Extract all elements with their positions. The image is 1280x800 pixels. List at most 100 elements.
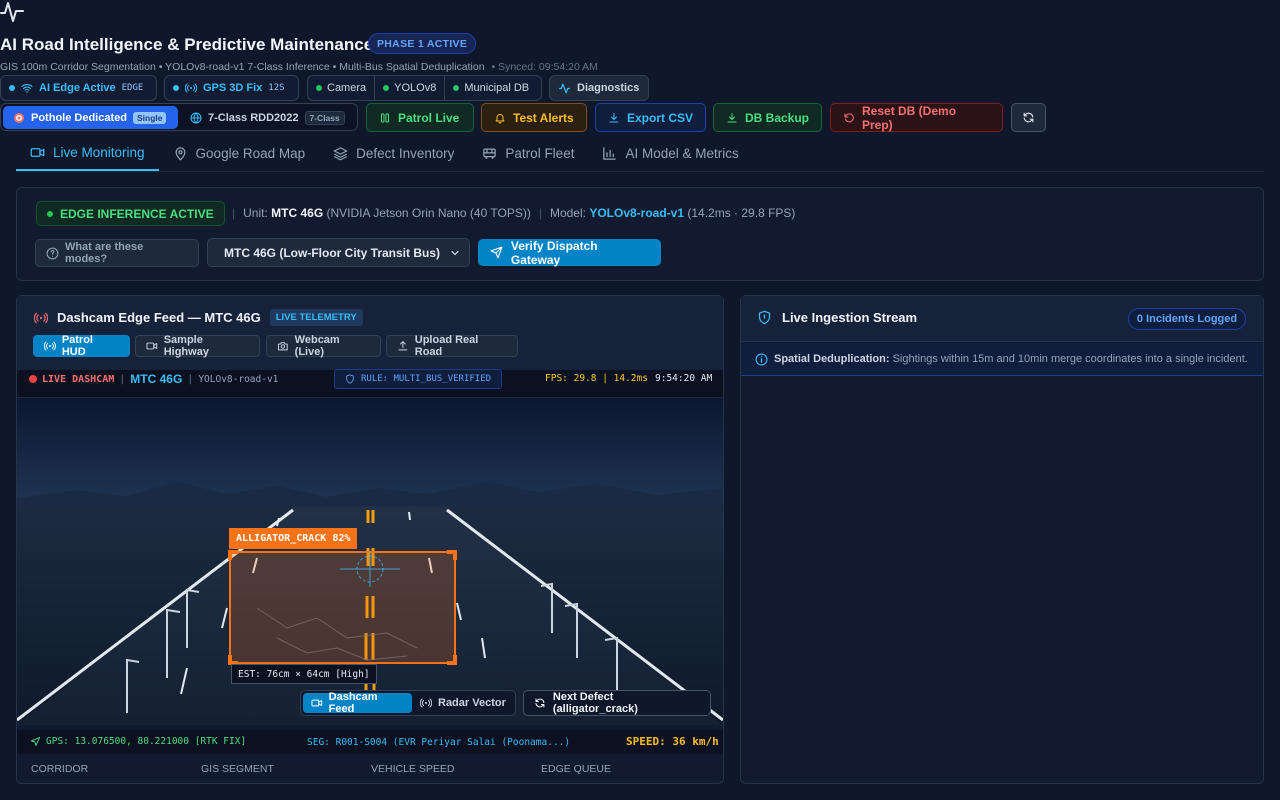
- source-upload-real-road[interactable]: Upload Real Road: [386, 334, 518, 358]
- bus-icon: [483, 148, 497, 159]
- gps-label: GPS 3D Fix: [203, 82, 263, 94]
- db-backup-button[interactable]: DB Backup: [713, 103, 822, 132]
- view-radar-vector[interactable]: Radar Vector: [420, 693, 506, 713]
- unit-hardware: (NVIDIA Jetson Orin Nano (40 TOPS)): [326, 206, 531, 220]
- refresh-button[interactable]: [1011, 103, 1046, 132]
- reset-db-button[interactable]: Reset DB (Demo Prep): [830, 103, 1003, 132]
- vehicle-select[interactable]: MTC 46G (Low-Floor City Transit Bus): [207, 238, 470, 267]
- unit-value: MTC 46G: [271, 206, 324, 220]
- verify-dispatch-button[interactable]: Verify Dispatch Gateway: [478, 238, 661, 267]
- box-corner: [228, 550, 238, 560]
- recording-dot: [29, 375, 37, 383]
- mode-badge: Single: [132, 111, 167, 124]
- source-label: Sample Highway: [163, 334, 209, 358]
- source-webcam-live[interactable]: Webcam (Live): [266, 334, 381, 358]
- bell-icon: [495, 113, 505, 123]
- upload-icon: [398, 341, 408, 351]
- next-defect-label: Next Defect (alligator_crack): [552, 691, 638, 715]
- incident-count-badge: 0 Incidents Logged: [1128, 308, 1246, 330]
- hud-gps: GPS: 13.076500, 80.221000 [RTK FIX]: [30, 736, 246, 747]
- detection-label: ALLIGATOR_CRACK 82%: [229, 528, 358, 549]
- dashcam-title-row: Dashcam Edge Feed — MTC 46G LIVE TELEMET…: [34, 309, 363, 326]
- send-icon: [490, 246, 503, 259]
- ai-edge-tag: EDGE: [121, 83, 144, 93]
- status-dot: [316, 85, 322, 91]
- ingestion-title-row: Live Ingestion Stream: [757, 310, 917, 325]
- bar-chart-icon: [603, 146, 617, 160]
- source-label: Upload Real Road: [414, 334, 479, 358]
- status-dot: [47, 210, 53, 217]
- subtitle-text: GIS 100m Corridor Segmentation • YOLOv8-…: [0, 61, 485, 73]
- info-icon: [755, 353, 768, 365]
- ingestion-title: Live Ingestion Stream: [782, 310, 918, 325]
- separator: |: [119, 373, 126, 385]
- hud-unit: MTC 46G: [130, 372, 183, 386]
- hud-segment: SEG: R001-S004 (EVR Periyar Salai (Poona…: [307, 737, 571, 748]
- export-csv-button[interactable]: Export CSV: [595, 103, 706, 132]
- crosshair-icon: [340, 549, 400, 589]
- status-dot: [453, 85, 460, 91]
- source-patrol-hud[interactable]: Patrol HUD: [33, 334, 130, 358]
- video-icon: [311, 699, 323, 707]
- hud-live-indicator: LIVE DASHCAM | MTC 46G | YOLOv8-road-v1: [29, 372, 278, 386]
- gps-status[interactable]: GPS 3D Fix 12S: [164, 75, 299, 101]
- service-yolov8: YOLOv8: [375, 76, 446, 100]
- mode-7-class[interactable]: 7-Class RDD2022 7-Class: [190, 108, 345, 128]
- source-sample-highway[interactable]: Sample Highway: [135, 334, 260, 358]
- view-label: Dashcam Feed: [328, 691, 378, 715]
- source-label: Webcam (Live): [294, 334, 340, 358]
- hud-live-label: LIVE DASHCAM: [42, 373, 115, 385]
- meta-label: GIS SEGMENT: [201, 763, 274, 775]
- dedup-info: Spatial Deduplication: Sightings within …: [741, 343, 1263, 376]
- view-dashcam-feed[interactable]: Dashcam Feed: [303, 691, 412, 715]
- model-label: Model:: [549, 206, 586, 220]
- chevron-down-icon: [451, 250, 459, 255]
- mode-label: Pothole Dedicated: [31, 111, 127, 124]
- dashcam-header: [17, 296, 723, 370]
- diagnostics-label: Diagnostics: [577, 82, 640, 94]
- mode-pothole-dedicated[interactable]: Pothole Dedicated Single: [3, 106, 178, 129]
- page-subtitle: GIS 100m Corridor Segmentation • YOLOv8-…: [0, 61, 598, 73]
- rotate-ccw-icon: [844, 112, 854, 122]
- tab-live-monitoring[interactable]: Live Monitoring: [16, 135, 159, 171]
- status-dot: [383, 85, 390, 91]
- ai-edge-status[interactable]: AI Edge Active EDGE: [0, 75, 157, 101]
- service-municipal-db: Municipal DB: [445, 76, 537, 100]
- activity-icon: [559, 83, 570, 93]
- vehicle-select-value: MTC 46G (Low-Floor City Transit Bus): [224, 245, 441, 260]
- dedup-description: Sightings within 15m and 10min merge coo…: [892, 353, 1248, 365]
- navigation-icon: [30, 736, 41, 747]
- telemetry-badge: LIVE TELEMETRY: [269, 309, 363, 326]
- tab-google-road-map[interactable]: Google Road Map: [159, 135, 320, 171]
- target-icon: [14, 112, 24, 123]
- patrol-live-button[interactable]: Patrol Live: [366, 103, 474, 132]
- layers-icon: [333, 146, 348, 160]
- test-alerts-button[interactable]: Test Alerts: [481, 103, 587, 132]
- ai-edge-label: AI Edge Active: [39, 82, 116, 94]
- test-alerts-label: Test Alerts: [513, 110, 574, 125]
- separator: |: [187, 373, 194, 385]
- verify-dispatch-label: Verify Dispatch Gateway: [510, 238, 598, 267]
- tab-label: Google Road Map: [195, 145, 306, 161]
- modes-help-label: What are these modes?: [64, 241, 144, 265]
- tab-defect-inventory[interactable]: Defect Inventory: [319, 135, 468, 171]
- mode-label: 7-Class RDD2022: [208, 112, 299, 124]
- video-icon: [30, 147, 45, 157]
- next-defect-button[interactable]: Next Defect (alligator_crack): [523, 690, 711, 716]
- status-dot: [173, 85, 179, 91]
- patrol-live-label: Patrol Live: [398, 110, 460, 125]
- tab-ai-model-metrics[interactable]: AI Model & Metrics: [588, 135, 752, 171]
- tab-label: Patrol Fleet: [505, 145, 575, 161]
- hud-time: 9:54:20 AM: [655, 373, 713, 384]
- download-icon: [727, 112, 737, 122]
- dashcam-title: Dashcam Edge Feed — MTC 46G: [57, 310, 261, 325]
- shield-icon: [758, 310, 771, 325]
- modes-help-button[interactable]: What are these modes?: [35, 239, 199, 267]
- refresh-icon: [535, 698, 545, 708]
- globe-icon: [190, 112, 202, 124]
- tab-patrol-fleet[interactable]: Patrol Fleet: [468, 135, 588, 171]
- unit-label: Unit:: [243, 206, 268, 220]
- phase-badge: PHASE 1 ACTIVE: [368, 33, 477, 54]
- service-status-group: Camera YOLOv8 Municipal DB: [307, 75, 542, 101]
- diagnostics-button[interactable]: Diagnostics: [549, 75, 649, 101]
